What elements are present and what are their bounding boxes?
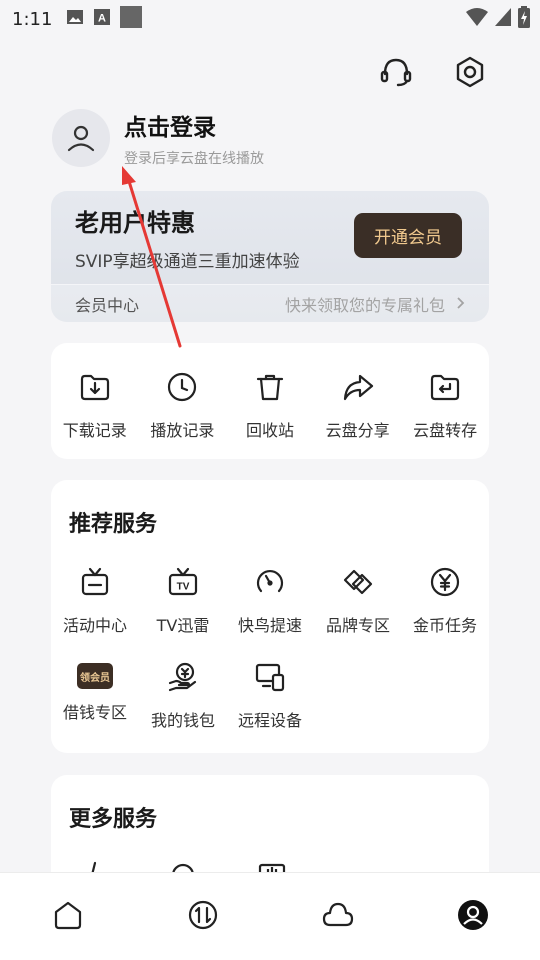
service-tv-xunlei[interactable]: TV TV迅雷 — [139, 566, 227, 636]
service-coin-tasks[interactable]: 金币任务 — [401, 566, 489, 636]
gift-link[interactable]: 快来领取您的专属礼包 — [285, 292, 465, 316]
service-brand-zone[interactable]: 品牌专区 — [314, 566, 402, 636]
quick-action-recycle-bin[interactable]: 回收站 — [226, 343, 314, 459]
login-subtitle: 登录后享云盘在线播放 — [124, 151, 264, 167]
service-kuainiao-speedup[interactable]: 快鸟提速 — [226, 566, 314, 636]
nav-home[interactable] — [0, 873, 135, 960]
status-bar: 1:11 A — [0, 0, 540, 38]
download-folder-icon — [79, 371, 111, 407]
profile-icon — [457, 899, 489, 935]
cloud-icon — [321, 899, 355, 935]
settings-icon[interactable] — [452, 54, 488, 90]
remote-device-icon — [254, 661, 286, 697]
service-label: 我的钱包 — [150, 711, 215, 730]
service-activity-center[interactable]: 活动中心 — [51, 566, 139, 636]
customer-service-icon[interactable] — [378, 54, 414, 90]
clock-icon — [166, 371, 198, 407]
login-title[interactable]: 点击登录 — [124, 108, 264, 142]
image-notification-icon — [66, 9, 84, 29]
gift-text: 快来领取您的专属礼包 — [284, 295, 445, 315]
member-center-label[interactable]: 会员中心 — [75, 292, 139, 316]
nav-cloud[interactable] — [270, 873, 405, 960]
service-label: TV迅雷 — [156, 616, 210, 635]
open-membership-button[interactable]: 开通会员 — [354, 213, 462, 258]
handshake-icon — [342, 566, 374, 602]
battery-icon — [518, 6, 530, 32]
service-label: 远程设备 — [237, 711, 302, 730]
nav-me[interactable] — [405, 873, 540, 960]
vip-description: SVIP享超级通道三重加速体验 — [75, 252, 300, 272]
quick-action-download-records[interactable]: 下载记录 — [51, 343, 139, 459]
loan-badge-icon: 领会员 — [77, 663, 113, 689]
yuan-coin-icon — [429, 566, 461, 602]
tv-icon: TV — [168, 566, 198, 602]
quick-action-label: 下载记录 — [62, 421, 127, 440]
section-title: 更多服务 — [69, 807, 158, 832]
tv-box-icon — [80, 566, 110, 602]
service-remote-device[interactable]: 远程设备 — [226, 661, 314, 731]
service-label: 金币任务 — [412, 616, 477, 635]
service-loan-zone[interactable]: 领会员 借钱专区 — [51, 663, 139, 723]
avatar[interactable] — [52, 109, 110, 167]
service-label: 快鸟提速 — [237, 616, 302, 635]
bottom-navigation — [0, 872, 540, 960]
quick-action-label: 云盘分享 — [325, 421, 390, 440]
nav-transfer[interactable] — [135, 873, 270, 960]
home-icon — [52, 899, 84, 935]
quick-actions-card: 下载记录 播放记录 回收站 云盘分享 云盘转存 — [51, 343, 489, 459]
wifi-icon — [466, 7, 488, 31]
signal-icon — [494, 7, 512, 31]
quick-action-play-history[interactable]: 播放记录 — [139, 343, 227, 459]
vip-footer[interactable]: 会员中心 快来领取您的专属礼包 — [51, 284, 489, 322]
profile-login[interactable]: 点击登录 登录后享云盘在线播放 — [52, 108, 264, 168]
share-arrow-icon — [342, 371, 374, 407]
svg-text:A: A — [98, 13, 106, 25]
transfer-folder-icon — [429, 371, 461, 407]
trash-icon — [254, 371, 286, 407]
recommended-services-card: 推荐服务 活动中心 TV TV迅雷 快鸟提速 品牌专区 金币任务 领会员 借钱专… — [51, 480, 489, 753]
service-my-wallet[interactable]: 我的钱包 — [139, 661, 227, 731]
vip-promo-card[interactable]: 老用户特惠 SVIP享超级通道三重加速体验 开通会员 会员中心 快来领取您的专属… — [51, 191, 489, 322]
service-label: 品牌专区 — [325, 616, 390, 635]
text-notification-icon: A — [94, 9, 111, 29]
chevron-right-icon — [457, 294, 465, 313]
service-label: 活动中心 — [62, 616, 127, 635]
status-time: 1:11 — [12, 8, 53, 30]
quick-action-label: 回收站 — [245, 421, 294, 440]
speedometer-icon — [254, 566, 286, 602]
quick-action-cloud-share[interactable]: 云盘分享 — [314, 343, 402, 459]
quick-action-label: 播放记录 — [150, 421, 215, 440]
transfer-icon — [187, 899, 219, 935]
square-notification-icon — [120, 6, 143, 32]
wallet-hand-icon — [167, 661, 199, 697]
section-title: 推荐服务 — [69, 512, 158, 537]
svg-text:TV: TV — [177, 582, 190, 593]
quick-action-label: 云盘转存 — [413, 421, 478, 440]
vip-title: 老用户特惠 — [75, 209, 195, 237]
quick-action-cloud-transfer[interactable]: 云盘转存 — [401, 343, 489, 459]
service-label: 借钱专区 — [62, 703, 127, 722]
header-actions — [378, 54, 488, 90]
